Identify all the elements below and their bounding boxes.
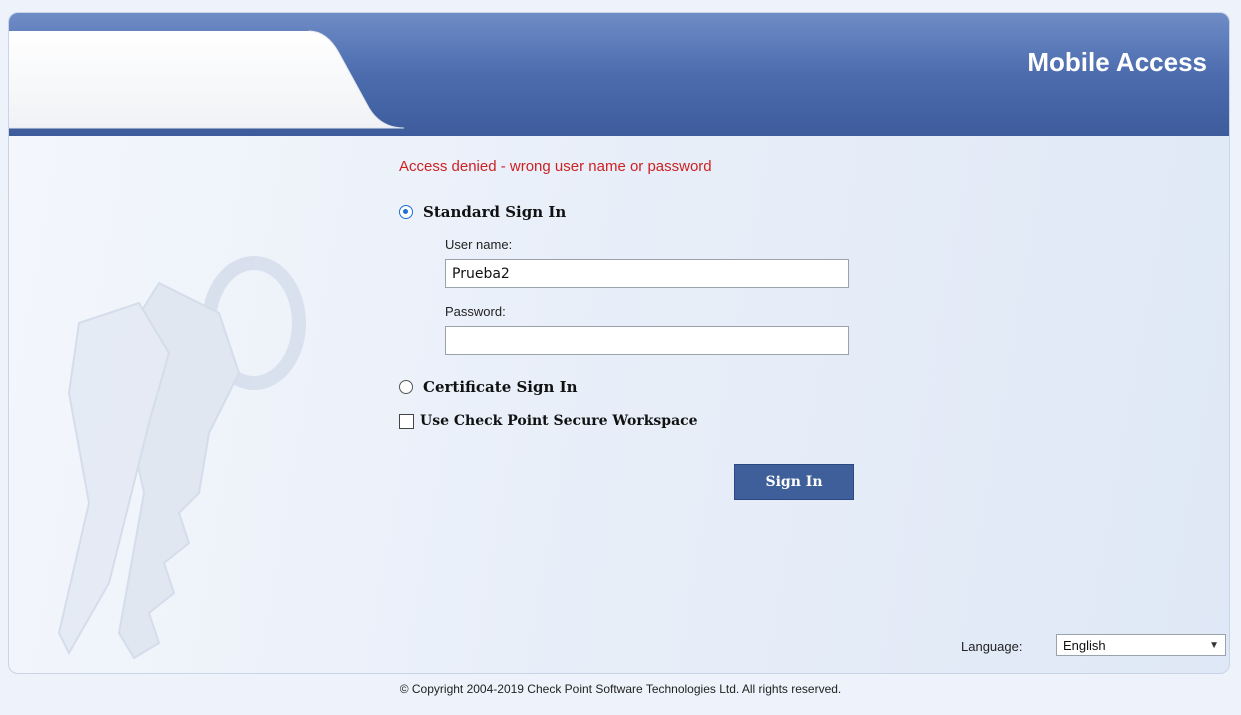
sign-in-button[interactable]: Sign In: [734, 464, 854, 500]
secure-workspace-option[interactable]: Use Check Point Secure Workspace: [399, 413, 698, 429]
login-panel: Mobile Access Access denied - wrong user…: [8, 12, 1230, 674]
language-label: Language:: [961, 639, 1023, 654]
header-banner: Mobile Access: [9, 13, 1229, 136]
error-message: Access denied - wrong user name or passw…: [399, 158, 712, 175]
secure-workspace-label: Use Check Point Secure Workspace: [420, 413, 698, 429]
password-label: Password:: [445, 304, 506, 319]
standard-sign-in-label: Standard Sign In: [423, 203, 567, 221]
certificate-sign-in-radio[interactable]: [399, 380, 413, 394]
copyright-footer: © Copyright 2004-2019 Check Point Softwa…: [399, 682, 842, 696]
certificate-sign-in-option[interactable]: Certificate Sign In: [399, 378, 578, 396]
username-input[interactable]: [445, 259, 849, 288]
password-input[interactable]: [445, 326, 849, 355]
standard-sign-in-radio[interactable]: [399, 205, 413, 219]
standard-sign-in-option[interactable]: Standard Sign In: [399, 203, 566, 221]
certificate-sign-in-label: Certificate Sign In: [423, 378, 578, 396]
key-watermark-icon: [57, 256, 306, 660]
language-select[interactable]: English ▼: [1056, 634, 1226, 656]
brand-title: Mobile Access: [1027, 47, 1207, 77]
language-value: English: [1063, 637, 1106, 653]
username-label: User name:: [445, 237, 513, 252]
chevron-down-icon: ▼: [1209, 639, 1219, 651]
secure-workspace-checkbox[interactable]: [399, 413, 414, 429]
